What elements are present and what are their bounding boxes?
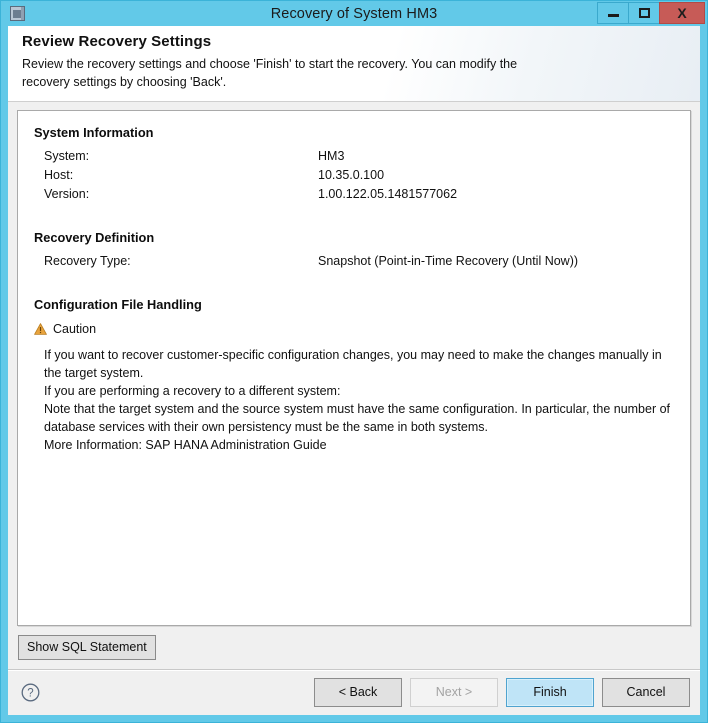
svg-text:?: ? xyxy=(27,688,33,700)
back-button[interactable]: < Back xyxy=(314,677,402,708)
value-recovery-type: Snapshot (Point-in-Time Recovery (Until … xyxy=(318,253,579,268)
page-description: Review the recovery settings and choose … xyxy=(22,57,518,89)
minimize-button[interactable] xyxy=(597,2,628,24)
row-host: Host: 10.35.0.100 xyxy=(34,166,674,185)
show-sql-statement-button[interactable]: Show SQL Statement xyxy=(18,634,156,660)
finish-button[interactable]: Finish xyxy=(506,677,594,708)
section-heading-configuration-file-handling: Configuration File Handling xyxy=(34,296,202,312)
next-button: Next > xyxy=(410,677,498,708)
caution-line-3: Note that the target system and the sour… xyxy=(44,401,671,434)
secondary-action-row: Show SQL Statement xyxy=(8,626,700,669)
label-version: Version: xyxy=(44,186,90,201)
section-heading-system-information: System Information xyxy=(34,124,154,140)
dialog-window: Recovery of System HM3 X Review Recovery… xyxy=(0,0,708,723)
help-question-icon[interactable]: ? xyxy=(21,683,40,702)
maximize-button[interactable] xyxy=(628,2,659,24)
review-panel: System Information System: HM3 Host: 10.… xyxy=(17,109,691,626)
row-system: System: HM3 xyxy=(34,147,674,166)
content-area: System Information System: HM3 Host: 10.… xyxy=(8,102,700,626)
warning-triangle-icon xyxy=(34,322,47,335)
dialog-body: Review Recovery Settings Review the reco… xyxy=(8,26,700,715)
caution-label: Caution xyxy=(53,321,97,336)
footer-buttons: < Back Next > Finish Cancel xyxy=(314,677,690,708)
row-recovery-type: Recovery Type: Snapshot (Point-in-Time R… xyxy=(34,252,674,271)
page-title: Review Recovery Settings xyxy=(22,33,212,50)
value-host: 10.35.0.100 xyxy=(318,167,385,182)
label-recovery-type: Recovery Type: xyxy=(44,253,131,268)
value-version: 1.00.122.05.1481577062 xyxy=(318,186,458,201)
minimize-icon xyxy=(607,14,619,17)
wizard-header: Review Recovery Settings Review the reco… xyxy=(8,26,700,102)
close-button[interactable]: X xyxy=(659,2,705,24)
cancel-button[interactable]: Cancel xyxy=(602,677,690,708)
dialog-footer: ? < Back Next > Finish Cancel xyxy=(8,669,700,715)
label-host: Host: xyxy=(44,167,74,182)
label-system: System: xyxy=(44,148,90,163)
window-controls: X xyxy=(597,2,705,24)
title-bar: Recovery of System HM3 X xyxy=(1,1,707,26)
caution-body: If you want to recover customer-specific… xyxy=(34,346,674,455)
caution-line-1: If you want to recover customer-specific… xyxy=(44,347,662,380)
window-app-icon xyxy=(10,5,26,22)
caution-row: Caution xyxy=(34,322,674,336)
row-version: Version: 1.00.122.05.1481577062 xyxy=(34,185,674,204)
value-system: HM3 xyxy=(318,148,345,163)
maximize-icon xyxy=(638,8,650,18)
section-heading-recovery-definition: Recovery Definition xyxy=(34,229,155,245)
caution-line-4: More Information: SAP HANA Administratio… xyxy=(44,438,327,453)
caution-line-2: If you are performing a recovery to a di… xyxy=(44,383,341,398)
